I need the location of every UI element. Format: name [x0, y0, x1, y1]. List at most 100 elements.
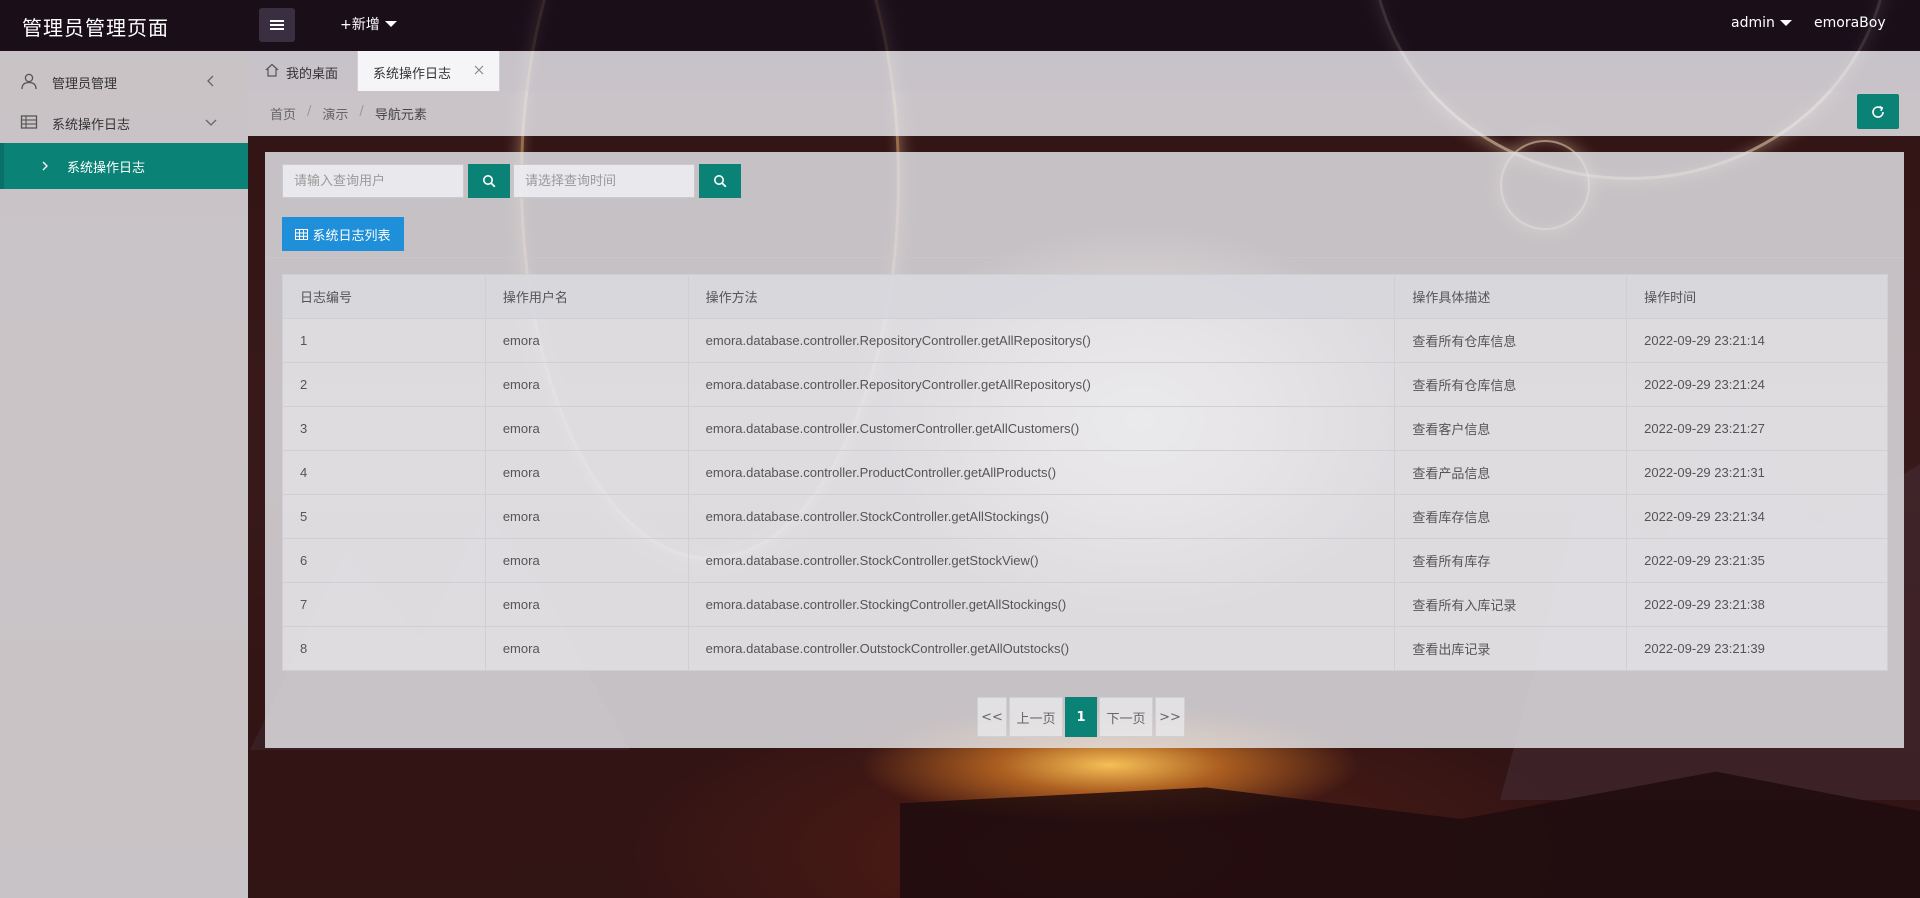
- menu-toggle-button[interactable]: [259, 8, 295, 42]
- cell-description: 查看所有仓库信息: [1394, 362, 1628, 407]
- cell-description: 查看客户信息: [1394, 406, 1628, 451]
- column-header-log-id: 日志编号: [282, 274, 486, 319]
- pager-prev-button[interactable]: 上一页: [1009, 697, 1063, 737]
- cell-method: emora.database.controller.StockControlle…: [687, 494, 1396, 539]
- breadcrumb-bar: 首页 / 演示 / 导航元素: [248, 91, 1920, 136]
- cell-log-id: 8: [282, 626, 486, 671]
- cell-log-id: 6: [282, 538, 486, 583]
- cell-time: 2022-09-29 23:21:31: [1626, 450, 1888, 495]
- cell-username: emora: [484, 538, 689, 583]
- cell-description: 查看产品信息: [1394, 450, 1628, 495]
- add-new-label: +新增: [340, 17, 380, 33]
- tab-label: 我的桌面: [286, 67, 339, 82]
- pager-current-page[interactable]: 1: [1065, 697, 1097, 737]
- search-icon: [483, 175, 496, 188]
- cell-log-id: 1: [282, 318, 486, 363]
- main-panel: 请输入查询用户 请选择查询时间 系统日志列表 日志编号 操作用户名 操作方法 操…: [265, 152, 1904, 748]
- cell-method: emora.database.controller.StockingContro…: [687, 582, 1396, 627]
- column-header-description: 操作具体描述: [1394, 274, 1628, 319]
- sidebar-item-label: 管理员管理: [52, 77, 118, 92]
- cell-log-id: 4: [282, 450, 486, 495]
- pager-first-button[interactable]: <<: [977, 697, 1007, 737]
- table-row: 7 emora emora.database.controller.Stocking…: [282, 582, 1888, 627]
- cell-log-id: 3: [282, 406, 486, 451]
- refresh-icon: [1872, 105, 1884, 118]
- column-header-method: 操作方法: [687, 274, 1396, 319]
- table-row: 1 emora emora.database.controller.Reposito…: [282, 318, 1888, 363]
- cell-username: emora: [484, 406, 689, 451]
- sidebar-item-system-log[interactable]: 系统操作日志: [0, 102, 248, 142]
- hamburger-icon: [270, 20, 284, 30]
- tab-bar: 我的桌面 系统操作日志: [248, 51, 1920, 91]
- cell-method: emora.database.controller.StockControlle…: [687, 538, 1396, 583]
- app-logo: 管理员管理页面: [22, 16, 169, 40]
- cell-description: 查看出库记录: [1394, 626, 1628, 671]
- cell-log-id: 2: [282, 362, 486, 407]
- cell-username: emora: [484, 582, 689, 627]
- table-row: 6 emora emora.database.controller.StockCon…: [282, 538, 1888, 583]
- time-search-button[interactable]: [699, 164, 741, 198]
- cell-description: 查看库存信息: [1394, 494, 1628, 539]
- table-icon: [295, 228, 309, 240]
- log-table: 日志编号 操作用户名 操作方法 操作具体描述 操作时间 1 emora emora.…: [282, 274, 1888, 671]
- pagination: << 上一页 1 下一页 >>: [977, 697, 1187, 737]
- user-icon: [21, 73, 37, 90]
- breadcrumb-demo[interactable]: 演示: [322, 104, 348, 123]
- table-icon: [20, 115, 38, 129]
- caret-down-icon: [384, 21, 397, 27]
- cell-time: 2022-09-29 23:21:27: [1626, 406, 1888, 451]
- cell-username: emora: [484, 318, 689, 363]
- cell-description: 查看所有库存: [1394, 538, 1628, 583]
- cell-time: 2022-09-29 23:21:38: [1626, 582, 1888, 627]
- cell-time: 2022-09-29 23:21:39: [1626, 626, 1888, 671]
- cell-username: emora: [484, 494, 689, 539]
- table-header-row: 日志编号 操作用户名 操作方法 操作具体描述 操作时间: [282, 274, 1888, 319]
- add-new-menu[interactable]: +新增: [340, 14, 397, 34]
- table-row: 4 emora emora.database.controller.ProductC…: [282, 450, 1888, 495]
- time-search-input[interactable]: 请选择查询时间: [513, 164, 695, 198]
- tab-my-desktop[interactable]: 我的桌面: [248, 51, 358, 91]
- cell-method: emora.database.controller.OutstockContro…: [687, 626, 1396, 671]
- user-search-button[interactable]: [468, 164, 510, 198]
- breadcrumb-separator: /: [307, 104, 312, 119]
- cell-description: 查看所有仓库信息: [1394, 318, 1628, 363]
- column-header-time: 操作时间: [1626, 274, 1888, 319]
- cell-method: emora.database.controller.CustomerContro…: [687, 406, 1396, 451]
- chevron-right-icon: [42, 161, 48, 171]
- admin-menu[interactable]: admin: [1731, 15, 1792, 31]
- divider: [265, 257, 1904, 258]
- table-row: 5 emora emora.database.controller.StockCon…: [282, 494, 1888, 539]
- breadcrumb-home[interactable]: 首页: [270, 104, 296, 123]
- system-log-list-button[interactable]: 系统日志列表: [282, 217, 404, 251]
- cell-time: 2022-09-29 23:21:34: [1626, 494, 1888, 539]
- user-search-input[interactable]: 请输入查询用户: [282, 164, 464, 198]
- cell-time: 2022-09-29 23:21:14: [1626, 318, 1888, 363]
- breadcrumb: 首页 / 演示 / 导航元素: [270, 104, 427, 123]
- cell-time: 2022-09-29 23:21:24: [1626, 362, 1888, 407]
- cell-log-id: 7: [282, 582, 486, 627]
- close-icon[interactable]: [473, 64, 485, 76]
- tab-system-log[interactable]: 系统操作日志: [358, 51, 500, 91]
- pager-last-button[interactable]: >>: [1155, 697, 1185, 737]
- admin-label: admin: [1731, 15, 1775, 31]
- sidebar-item-admin-management[interactable]: 管理员管理: [0, 61, 248, 101]
- user-name-link[interactable]: emoraBoy: [1814, 15, 1886, 31]
- home-icon: [265, 63, 279, 77]
- cell-username: emora: [484, 362, 689, 407]
- breadcrumb-separator: /: [359, 104, 364, 119]
- sidebar: 管理员管理 系统操作日志 系统操作日志: [0, 51, 248, 898]
- refresh-button[interactable]: [1857, 94, 1899, 129]
- caret-down-icon: [1779, 20, 1792, 26]
- breadcrumb-current: 导航元素: [374, 108, 427, 123]
- column-header-username: 操作用户名: [484, 274, 689, 319]
- table-row: 3 emora emora.database.controller.Customer…: [282, 406, 1888, 451]
- system-log-list-label: 系统日志列表: [312, 228, 391, 244]
- pager-next-button[interactable]: 下一页: [1099, 697, 1153, 737]
- sidebar-subitem-system-log[interactable]: 系统操作日志: [0, 143, 248, 189]
- cell-log-id: 5: [282, 494, 486, 539]
- cell-method: emora.database.controller.RepositoryCont…: [687, 318, 1396, 363]
- tab-label: 系统操作日志: [373, 67, 452, 82]
- search-icon: [714, 175, 727, 188]
- cell-username: emora: [484, 626, 689, 671]
- cell-description: 查看所有入库记录: [1394, 582, 1628, 627]
